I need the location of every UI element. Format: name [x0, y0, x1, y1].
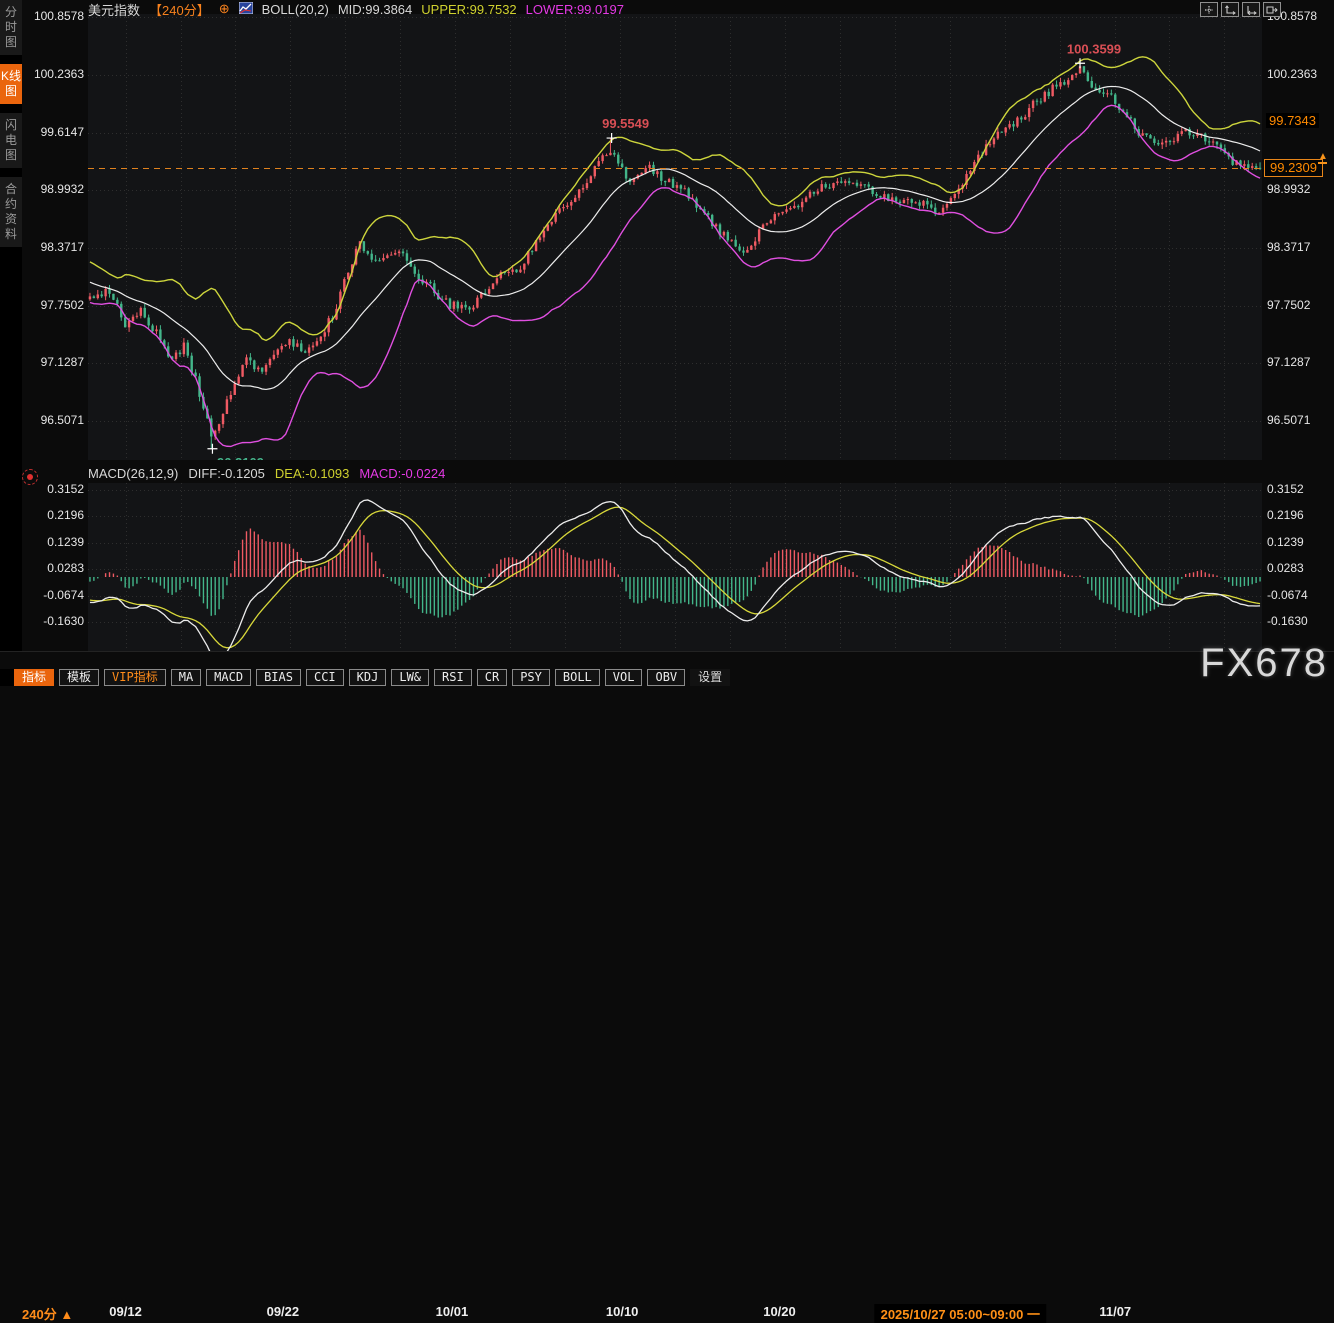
- axis-tick-label: -0.0674: [24, 588, 84, 602]
- axis-tick-label: -0.1630: [24, 614, 84, 628]
- axis-tick-label: 98.3717: [24, 240, 84, 254]
- boll-label: BOLL(20,2): [262, 2, 329, 17]
- chart-app: 分时图 K线图闪电图合约资料 美元指数 【240分】 ⊕ BOLL(20,2) M…: [0, 0, 1334, 686]
- current-bar-time-label: 2025/10/27 05:00~09:00 一: [875, 1304, 1046, 1323]
- toolbar-button-VOL[interactable]: VOL: [605, 669, 643, 686]
- x-axis-label: 09/12: [109, 1304, 142, 1319]
- axis-tick-label: 97.7502: [24, 298, 84, 312]
- symbol-name: 美元指数: [88, 0, 140, 19]
- chart-header: 美元指数 【240分】 ⊕ BOLL(20,2) MID:99.3864 UPP…: [88, 1, 624, 17]
- window-controls: [1200, 2, 1281, 17]
- axis-tick-label: 100.2363: [1267, 67, 1327, 81]
- axis-tick-label: 97.7502: [1267, 298, 1327, 312]
- axis-tick-label: 98.9932: [1267, 182, 1327, 196]
- sidebar-tab-1[interactable]: 分时图: [0, 0, 22, 55]
- sidebar-tab-2[interactable]: K线图: [0, 64, 22, 104]
- toolbar-button-OBV[interactable]: OBV: [647, 669, 685, 686]
- axis-tick-label: -0.1630: [1267, 614, 1327, 628]
- macd-chart-canvas[interactable]: [88, 483, 1262, 653]
- axis-tick-label: 0.3152: [1267, 482, 1327, 496]
- axis-tick-label: 100.2363: [24, 67, 84, 81]
- axis-tick-label: 98.3717: [1267, 240, 1327, 254]
- sidebar-tab-4[interactable]: 合约资料: [0, 177, 22, 247]
- axis-tick-label: 0.1239: [1267, 535, 1327, 549]
- sidebar-tab-3[interactable]: 闪电图: [0, 113, 22, 168]
- main-chart-canvas[interactable]: [88, 14, 1262, 460]
- boll-mid-value: MID:99.3864: [338, 2, 412, 17]
- period-tag[interactable]: 【240分】: [149, 0, 210, 19]
- x-axis-row: 240分 ▲ 09/1209/2210/0110/1010/202025/10/…: [0, 651, 1334, 669]
- indicator-toolbar: 指标模板 VIP指标 MA MACD BIAS CCI KDJLW&RSI CR PSY BOLL…: [14, 669, 730, 686]
- axis-tick-label: 0.2196: [24, 508, 84, 522]
- axis-tick-label: 97.1287: [24, 355, 84, 369]
- watermark: FX678: [1200, 641, 1328, 686]
- axis-tick-label: 0.2196: [1267, 508, 1327, 522]
- pan-icon[interactable]: [1200, 2, 1218, 17]
- toolbar-button-MA[interactable]: MA: [171, 669, 201, 686]
- x-axis-label: 11/07: [1099, 1304, 1131, 1319]
- period-switcher[interactable]: 240分 ▲: [22, 1304, 73, 1323]
- toolbar-button-RSI[interactable]: RSI: [434, 669, 472, 686]
- cycle-picker-icon[interactable]: ⊕: [219, 1, 230, 17]
- boll-lower-value: LOWER:99.0197: [526, 2, 624, 17]
- axis-tick-label: 0.0283: [24, 561, 84, 575]
- toolbar-button-BIAS[interactable]: BIAS: [256, 669, 301, 686]
- macd-dea-value: DEA:-0.1093: [275, 466, 349, 482]
- indicator-dot-icon[interactable]: [22, 469, 38, 485]
- toolbar-button-LW&[interactable]: LW&: [391, 669, 429, 686]
- last-price-tag[interactable]: 99.2309: [1264, 159, 1323, 177]
- period-text: 240分: [22, 1307, 57, 1322]
- axis-tick-label: 96.5071: [1267, 413, 1327, 427]
- x-axis-label: 10/01: [436, 1304, 469, 1319]
- macd-diff-value: DIFF:-0.1205: [188, 466, 265, 482]
- x-axis-label: 10/20: [763, 1304, 796, 1319]
- axis-tick-label: 100.8578: [24, 9, 84, 23]
- toolbar-button-BOLL[interactable]: BOLL: [555, 669, 600, 686]
- toolbar-button-模板[interactable]: 模板: [59, 669, 99, 686]
- axis-tick-label: -0.0674: [1267, 588, 1327, 602]
- macd-header: MACD(26,12,9) DIFF:-0.1205 DEA:-0.1093 M…: [88, 466, 445, 482]
- period-arrow-icon: ▲: [60, 1307, 73, 1322]
- toolbar-button-KDJ[interactable]: KDJ: [349, 669, 387, 686]
- axis-tick-label: 96.5071: [24, 413, 84, 427]
- axis-tick-label: 98.9932: [24, 182, 84, 196]
- axis-tick-label: 0.0283: [1267, 561, 1327, 575]
- toolbar-button-设置[interactable]: 设置: [690, 669, 730, 686]
- chart-thumbnail-icon[interactable]: [239, 2, 253, 17]
- axis-tick-label: 97.1287: [1267, 355, 1327, 369]
- toolbar-button-指标[interactable]: 指标: [14, 669, 54, 686]
- x-axis-label: 09/22: [267, 1304, 300, 1319]
- axis-tick-label: 0.1239: [24, 535, 84, 549]
- toolbar-button-PSY[interactable]: PSY: [512, 669, 550, 686]
- macd-macd-value: MACD:-0.0224: [359, 466, 445, 482]
- boll-upper-axis-tag: 99.7343: [1266, 113, 1319, 128]
- pop-out-icon[interactable]: [1263, 2, 1281, 17]
- left-sidebar: 分时图 K线图闪电图合约资料: [0, 0, 22, 686]
- toolbar-button-CR[interactable]: CR: [477, 669, 507, 686]
- axis-zoom-left-icon[interactable]: [1221, 2, 1239, 17]
- price-alert-icon[interactable]: ▲: [1318, 152, 1328, 164]
- axis-zoom-right-icon[interactable]: [1242, 2, 1260, 17]
- toolbar-button-MACD[interactable]: MACD: [206, 669, 251, 686]
- axis-tick-label: 99.6147: [24, 125, 84, 139]
- boll-upper-value: UPPER:99.7532: [421, 2, 516, 17]
- macd-label: MACD(26,12,9): [88, 466, 178, 482]
- toolbar-button-VIP指标[interactable]: VIP指标: [104, 669, 166, 686]
- x-axis-label: 10/10: [606, 1304, 639, 1319]
- toolbar-button-CCI[interactable]: CCI: [306, 669, 344, 686]
